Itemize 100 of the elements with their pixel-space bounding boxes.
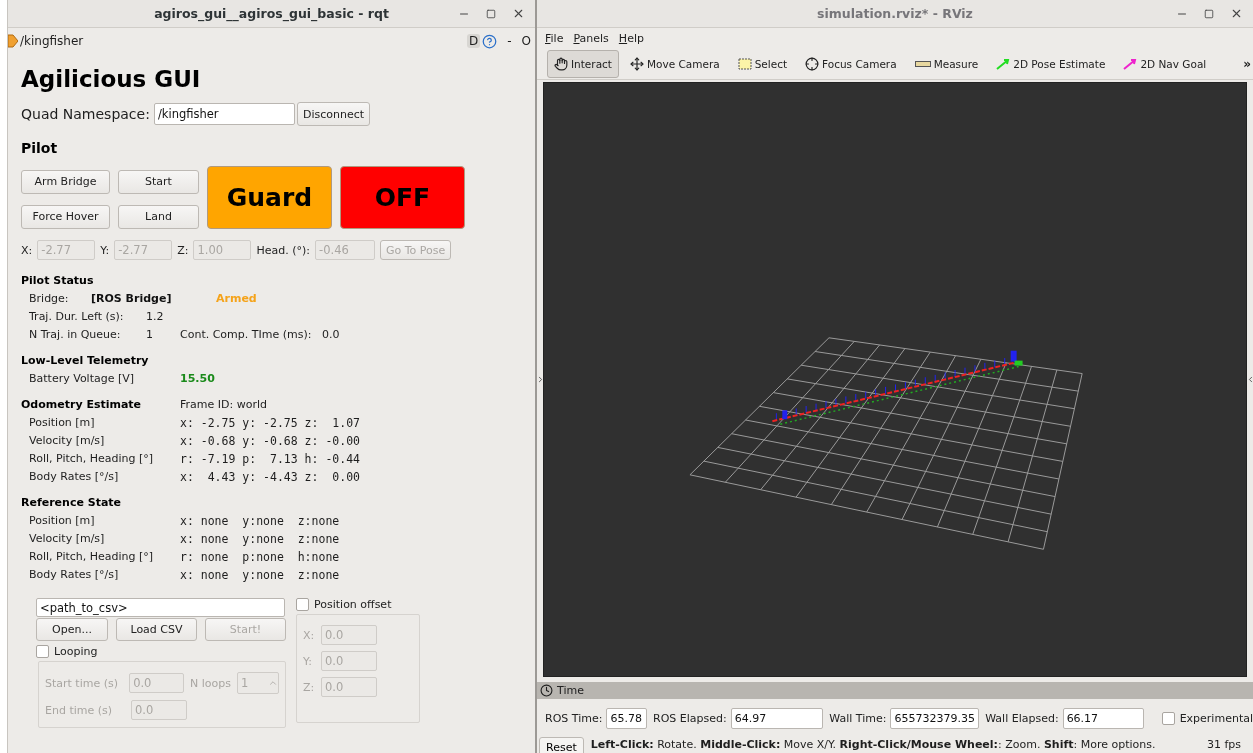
row-value: x: none y:none z:none <box>180 567 341 584</box>
move-icon <box>630 56 644 71</box>
field-label: Start time (s) <box>45 676 120 690</box>
row-label: Velocity [m/s] <box>29 531 106 547</box>
checkbox[interactable] <box>1161 711 1175 725</box>
section-title: Odometry Estimate <box>21 397 143 413</box>
crosshair-icon <box>805 56 820 71</box>
time-field[interactable]: 64.97 <box>730 707 824 729</box>
field-label: Head. (°): <box>256 243 310 257</box>
field-label: X: <box>21 243 33 257</box>
time-field[interactable]: 655732379.35 <box>890 707 980 729</box>
arrow-icon <box>1123 57 1138 70</box>
trajectory-button[interactable]: Open... <box>36 618 108 641</box>
field-label: X: <box>303 628 315 642</box>
field-label: End time (s) <box>45 703 114 717</box>
tag-icon <box>8 34 18 48</box>
checkbox-label: Looping <box>54 645 98 658</box>
menu-item[interactable]: Help <box>618 31 644 45</box>
checkbox[interactable] <box>296 598 309 611</box>
mode-button[interactable]: Guard <box>207 166 332 229</box>
tool-button[interactable]: Measure <box>907 49 986 78</box>
reset-button[interactable]: Reset <box>539 737 584 753</box>
status-text: [ROS Bridge] <box>91 291 173 307</box>
clock-icon <box>540 684 553 697</box>
help-text: Left-Click: Rotate. Middle-Click: Move X/Y. Right-Click/Mouse Wheel:: Zoom. Shift: More options. <box>590 737 1156 753</box>
status-text: 1 <box>146 327 154 343</box>
row-value: x: none y:none z:none <box>180 513 341 530</box>
csv-path-field[interactable]: <path_to_csv> <box>36 598 285 617</box>
tool-button[interactable]: Interact <box>547 49 619 78</box>
row-value: r: -7.19 p: 7.13 h: -0.44 <box>180 451 361 468</box>
row-value: x: -0.68 y: -0.68 z: -0.00 <box>180 433 361 450</box>
trajectory-button[interactable]: Load CSV <box>116 618 197 641</box>
field-label: Y: <box>303 654 313 668</box>
field-label: Wall Time: <box>829 711 887 725</box>
row-value: x: -2.75 y: -2.75 z: 1.07 <box>180 415 361 432</box>
hand-icon <box>554 56 568 71</box>
row-value: x: 4.43 y: -4.43 z: 0.00 <box>180 469 361 486</box>
row-value: r: none p:none h:none <box>180 549 341 566</box>
pilot-button[interactable]: Start <box>118 169 199 194</box>
row-label: Roll, Pitch, Heading [°] <box>29 549 155 565</box>
status-text: Cont. Comp. TIme (ms): <box>180 327 313 343</box>
pilot-button[interactable]: Force Hover <box>21 204 110 229</box>
section-title: Pilot Status <box>21 273 95 289</box>
minimize-button[interactable]: - <box>507 34 512 48</box>
status-text: N Traj. in Queue: <box>29 327 122 343</box>
section-title: Pilot <box>21 140 59 156</box>
selection-rectangle-icon <box>737 57 752 70</box>
more-tools-button[interactable]: » <box>1243 56 1251 71</box>
disconnect-button[interactable]: Disconnect <box>296 102 370 126</box>
row-value: x: none y:none z:none <box>180 531 341 548</box>
maximize-icon[interactable] <box>486 7 496 20</box>
tool-button[interactable]: Select <box>730 49 795 78</box>
status-text: 1.2 <box>146 309 165 325</box>
close-icon[interactable] <box>1230 7 1243 20</box>
maximize-icon[interactable] <box>1204 7 1214 20</box>
field-label: Quad Namespace: <box>21 106 150 122</box>
tool-button[interactable]: Focus Camera <box>798 49 904 78</box>
tool-button[interactable]: Move Camera <box>623 49 727 78</box>
window-title: agiros_gui__agiros_gui_basic - rqt <box>154 6 389 21</box>
status-text: 0.0 <box>322 327 341 343</box>
dock-button[interactable]: D <box>466 34 481 48</box>
arrow-icon <box>996 57 1011 70</box>
field-label: N loops <box>189 676 231 690</box>
row-label: Position [m] <box>29 415 96 431</box>
field-label: Z: <box>177 243 189 257</box>
expand-left-icon[interactable] <box>537 375 545 384</box>
section-title: Low-Level Telemetry <box>21 353 150 369</box>
window-title: simulation.rviz* - RViz <box>817 6 973 21</box>
fps-text: 31 fps <box>1206 737 1241 753</box>
tool-button[interactable]: 2D Nav Goal <box>1116 49 1214 78</box>
time-field[interactable]: 66.17 <box>1062 707 1144 729</box>
checkbox[interactable] <box>36 645 49 658</box>
close-icon[interactable] <box>512 7 525 20</box>
mode-button[interactable]: OFF <box>340 166 465 229</box>
tool-button[interactable]: 2D Pose Estimate <box>989 49 1113 78</box>
status-text: Armed <box>216 291 258 307</box>
row-label: Roll, Pitch, Heading [°] <box>29 451 155 467</box>
panel-title: Time <box>557 684 584 697</box>
pilot-button[interactable]: Arm Bridge <box>21 169 110 194</box>
plugin-title: /kingfisher <box>20 34 84 48</box>
options-button[interactable]: O <box>521 34 531 48</box>
app-heading: Agilicious GUI <box>21 66 202 92</box>
checkbox-label: Experimental <box>1179 711 1253 725</box>
help-icon[interactable] <box>482 33 498 49</box>
field-label: Wall Elapsed: <box>985 711 1059 725</box>
row-label: Body Rates [°/s] <box>29 567 120 583</box>
field-label: Z: <box>303 680 315 694</box>
menu-item[interactable]: Panels <box>573 31 609 45</box>
status-text: Traj. Dur. Left (s): <box>29 309 125 325</box>
time-field[interactable]: 65.78 <box>606 707 647 729</box>
pilot-button[interactable]: Land <box>118 204 199 229</box>
field-label: ROS Elapsed: <box>653 711 727 725</box>
row-label: Body Rates [°/s] <box>29 469 120 485</box>
menu-item[interactable]: File <box>545 31 564 45</box>
field-label: ROS Time: <box>545 711 603 725</box>
status-text: Bridge: <box>29 291 70 307</box>
row-label: Battery Voltage [V] <box>29 371 136 387</box>
row-value: 15.50 <box>180 371 216 387</box>
namespace-field[interactable]: /kingfisher <box>153 103 295 125</box>
section-title: Reference State <box>21 495 123 511</box>
